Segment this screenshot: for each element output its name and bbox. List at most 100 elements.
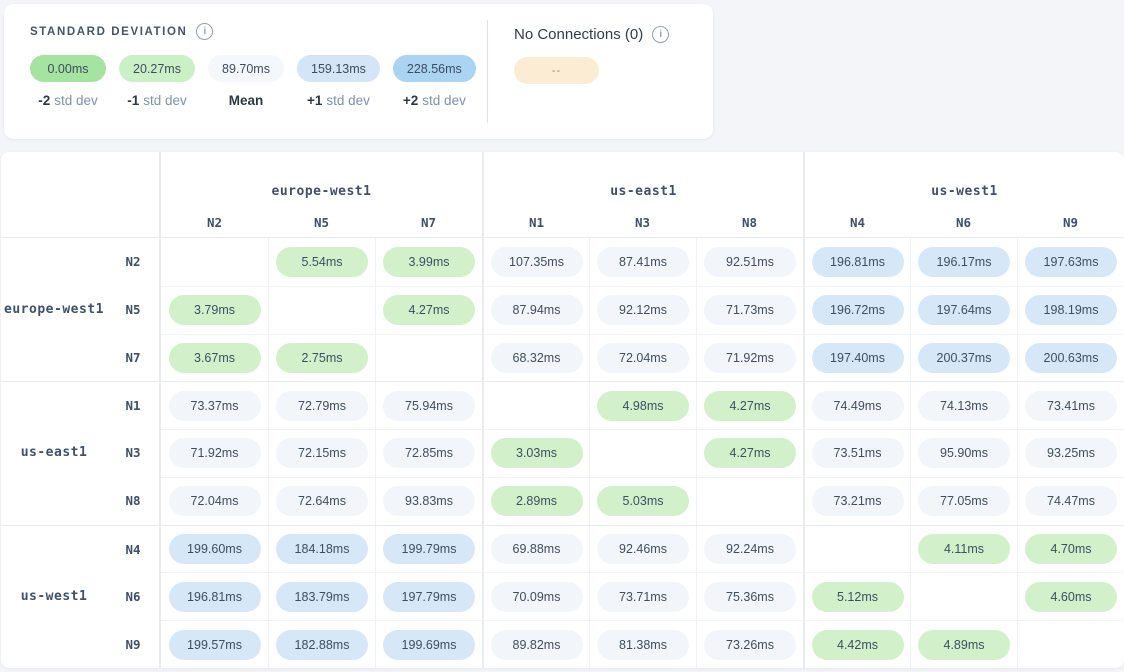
latency-pill[interactable]: 200.37ms	[918, 343, 1010, 373]
latency-pill[interactable]: 198.19ms	[1025, 295, 1117, 325]
latency-pill[interactable]: 77.05ms	[918, 486, 1010, 516]
latency-pill[interactable]: 92.46ms	[597, 534, 689, 564]
row-region-label: us-east1	[1, 445, 107, 460]
latency-cell: 92.24ms	[696, 525, 803, 573]
latency-cell: 72.79ms	[268, 381, 375, 429]
latency-cell: 73.21ms	[803, 477, 910, 525]
latency-pill[interactable]: 4.27ms	[383, 295, 475, 325]
legend-scale-item: 89.70ms Mean	[208, 55, 284, 108]
latency-pill[interactable]: 72.64ms	[276, 486, 368, 516]
latency-pill[interactable]: 5.03ms	[597, 486, 689, 516]
latency-pill[interactable]: 3.03ms	[491, 438, 583, 468]
latency-pill[interactable]: 4.98ms	[597, 391, 689, 421]
latency-pill[interactable]: 72.85ms	[383, 438, 475, 468]
latency-pill[interactable]: 92.51ms	[704, 247, 796, 277]
latency-pill[interactable]: 71.92ms	[169, 438, 261, 468]
latency-pill[interactable]: 71.92ms	[704, 343, 796, 373]
latency-cell: 73.41ms	[1017, 381, 1124, 429]
latency-pill[interactable]: 73.41ms	[1025, 391, 1117, 421]
latency-pill[interactable]: 196.81ms	[812, 247, 904, 277]
latency-pill[interactable]: 75.94ms	[383, 391, 475, 421]
latency-pill[interactable]: 74.47ms	[1025, 486, 1117, 516]
latency-pill[interactable]: 184.18ms	[276, 534, 368, 564]
latency-pill[interactable]: 199.69ms	[383, 630, 475, 660]
latency-pill[interactable]: 2.89ms	[491, 486, 583, 516]
latency-pill[interactable]: 197.63ms	[1025, 247, 1117, 277]
latency-pill[interactable]: 196.81ms	[169, 582, 261, 612]
latency-pill[interactable]: 73.51ms	[812, 438, 904, 468]
latency-pill[interactable]: 4.27ms	[704, 438, 796, 468]
latency-pill[interactable]: 72.04ms	[169, 486, 261, 516]
latency-pill[interactable]: 199.57ms	[169, 630, 261, 660]
row-label-cell: N4	[1, 525, 161, 573]
latency-pill[interactable]: 92.24ms	[704, 534, 796, 564]
latency-pill[interactable]: 73.37ms	[169, 391, 261, 421]
latency-pill[interactable]: 68.32ms	[491, 343, 583, 373]
latency-pill[interactable]: 199.60ms	[169, 534, 261, 564]
latency-pill[interactable]: 197.64ms	[918, 295, 1010, 325]
latency-pill[interactable]: 107.35ms	[491, 247, 583, 277]
latency-cell: 107.35ms	[482, 238, 589, 286]
latency-pill[interactable]: 72.04ms	[597, 343, 689, 373]
latency-pill[interactable]: 5.54ms	[276, 247, 368, 277]
row-node-label: N9	[107, 637, 159, 652]
legend-scale-label: Mean	[229, 93, 264, 108]
latency-pill[interactable]: 183.79ms	[276, 582, 368, 612]
latency-cell	[268, 286, 375, 334]
latency-pill[interactable]: 87.41ms	[597, 247, 689, 277]
latency-cell: 200.63ms	[1017, 334, 1124, 382]
latency-pill[interactable]: 4.70ms	[1025, 534, 1117, 564]
latency-pill[interactable]: 4.27ms	[704, 391, 796, 421]
latency-pill[interactable]: 4.11ms	[918, 534, 1010, 564]
latency-cell: 75.36ms	[696, 572, 803, 620]
latency-pill[interactable]: 72.15ms	[276, 438, 368, 468]
legend-scale-label: -2std dev	[38, 93, 98, 108]
row-node-label: N8	[107, 493, 159, 508]
latency-pill[interactable]: 4.42ms	[812, 630, 904, 660]
latency-cell: 5.54ms	[268, 238, 375, 286]
latency-cell: 2.89ms	[482, 477, 589, 525]
latency-pill[interactable]: 75.36ms	[704, 582, 796, 612]
latency-cell: 197.63ms	[1017, 238, 1124, 286]
latency-pill[interactable]: 197.40ms	[812, 343, 904, 373]
latency-pill[interactable]: 74.49ms	[812, 391, 904, 421]
latency-pill[interactable]: 3.99ms	[383, 247, 475, 277]
latency-pill[interactable]: 4.89ms	[918, 630, 1010, 660]
latency-pill[interactable]: 3.79ms	[169, 295, 261, 325]
info-icon[interactable]: i	[196, 23, 213, 40]
latency-cell: 4.60ms	[1017, 572, 1124, 620]
latency-pill[interactable]: 196.72ms	[812, 295, 904, 325]
latency-pill[interactable]: 3.67ms	[169, 343, 261, 373]
latency-pill[interactable]: 93.83ms	[383, 486, 475, 516]
latency-pill[interactable]: 70.09ms	[491, 582, 583, 612]
latency-pill[interactable]: 71.73ms	[704, 295, 796, 325]
latency-pill[interactable]: 5.12ms	[812, 582, 904, 612]
latency-pill[interactable]: 2.75ms	[276, 343, 368, 373]
latency-pill[interactable]: 73.26ms	[704, 630, 796, 660]
latency-cell: 75.94ms	[375, 381, 482, 429]
latency-pill[interactable]: 87.94ms	[491, 295, 583, 325]
latency-pill[interactable]: 4.60ms	[1025, 582, 1117, 612]
latency-pill[interactable]: 81.38ms	[597, 630, 689, 660]
latency-pill[interactable]: 199.79ms	[383, 534, 475, 564]
column-node-label: N1	[482, 208, 589, 238]
latency-cell: 5.12ms	[803, 572, 910, 620]
latency-pill[interactable]: 73.71ms	[597, 582, 689, 612]
info-icon[interactable]: i	[652, 26, 669, 43]
latency-pill[interactable]: 72.79ms	[276, 391, 368, 421]
latency-pill[interactable]: 89.82ms	[491, 630, 583, 660]
column-group-region-label: us-west1	[803, 152, 1124, 208]
latency-pill[interactable]: 182.88ms	[276, 630, 368, 660]
latency-pill[interactable]: 69.88ms	[491, 534, 583, 564]
latency-cell: 196.81ms	[161, 572, 268, 620]
latency-pill[interactable]: 93.25ms	[1025, 438, 1117, 468]
latency-pill[interactable]: 74.13ms	[918, 391, 1010, 421]
latency-pill[interactable]: 73.21ms	[812, 486, 904, 516]
latency-pill[interactable]: 196.17ms	[918, 247, 1010, 277]
latency-pill[interactable]: 95.90ms	[918, 438, 1010, 468]
latency-pill[interactable]: 200.63ms	[1025, 343, 1117, 373]
latency-pill[interactable]: 197.79ms	[383, 582, 475, 612]
latency-cell: 69.88ms	[482, 525, 589, 573]
latency-cell: 71.92ms	[161, 429, 268, 477]
latency-pill[interactable]: 92.12ms	[597, 295, 689, 325]
